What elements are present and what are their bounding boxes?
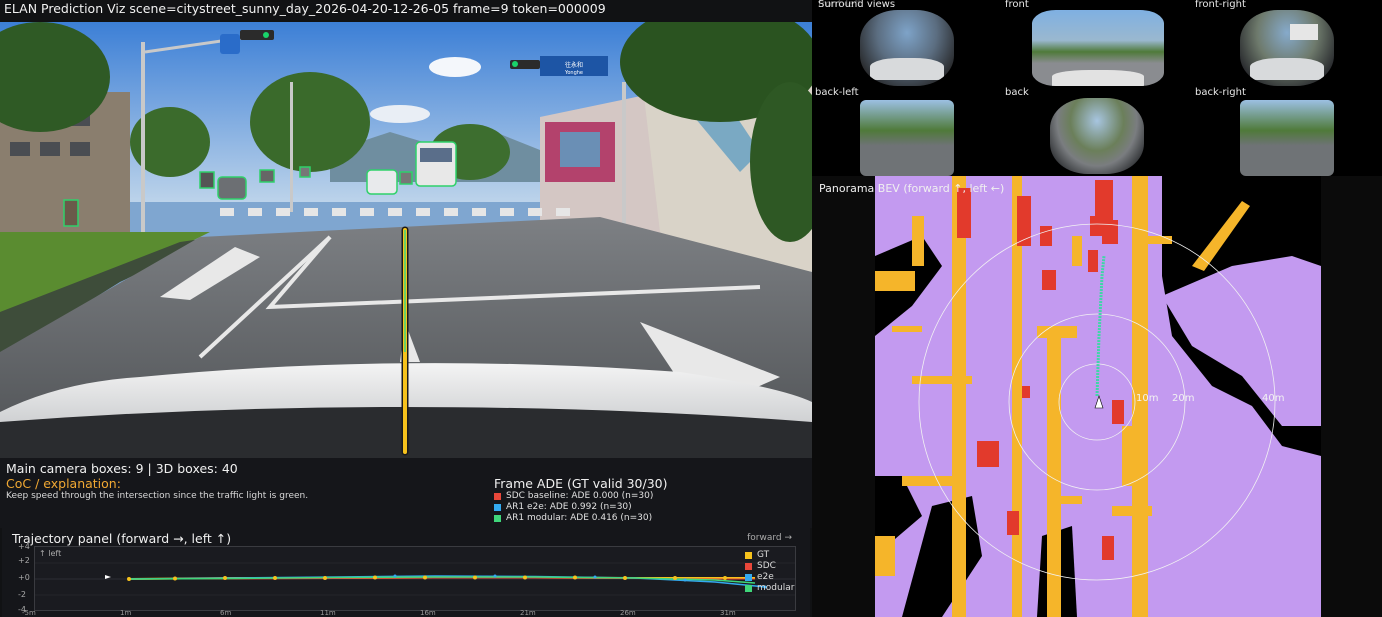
legend-e2e: e2e <box>745 572 774 582</box>
street-sign-english: Yonghe <box>564 70 583 76</box>
x-tick: 16m <box>420 609 436 617</box>
view-label-back-right: back-right <box>1195 87 1246 98</box>
x-tick: 11m <box>320 609 336 617</box>
legend-text-gt: GT <box>757 550 770 560</box>
bev-map: 10m 20m 40m <box>875 176 1321 617</box>
window-title: ELAN Prediction Viz scene=citystreet_sun… <box>4 1 606 16</box>
ade-summary: Frame ADE (GT valid 30/30) SDC baseline:… <box>494 476 794 524</box>
legend-sdc: SDC <box>745 561 776 571</box>
view-label-front: front <box>1005 0 1029 10</box>
y-tick: -2 <box>18 590 26 599</box>
x-ticks: -5m 1m 6m 11m 16m 21m 26m 31m <box>14 609 794 617</box>
ade-text-modular: AR1 modular: ADE 0.416 (n=30) <box>506 513 653 523</box>
y-tick: +0 <box>18 573 30 582</box>
x-tick: -5m <box>22 609 36 617</box>
camera-image-back-left <box>860 100 954 176</box>
camera-image-front <box>1032 10 1164 86</box>
main-camera-image: 往永和 Yonghe <box>0 22 812 458</box>
legend-swatch-e2e <box>745 573 752 581</box>
view-label-front-left: front-left <box>818 0 862 10</box>
ade-title: Frame ADE (GT valid 30/30) <box>494 476 668 491</box>
legend-modular: modular <box>745 583 794 593</box>
street-sign-chinese: 往永和 <box>565 61 583 69</box>
ade-swatch-e2e <box>494 504 501 511</box>
legend-text-e2e: e2e <box>757 572 774 582</box>
camera-image-back <box>1050 98 1144 174</box>
ego-marker <box>105 575 111 579</box>
surround-views-panel: Surround views front-left front front-ri… <box>812 0 1382 176</box>
coc-explanation: Keep speed through the intersection sinc… <box>6 491 309 501</box>
x-tick: 26m <box>620 609 636 617</box>
surround-view-front: front <box>1002 0 1192 88</box>
ade-row-sdc: SDC baseline: ADE 0.000 (n=30) <box>494 491 794 502</box>
legend-text-sdc: SDC <box>757 561 776 571</box>
legend-swatch-gt <box>745 551 752 559</box>
legend-swatch-modular <box>745 584 752 592</box>
ade-text-e2e: AR1 e2e: ADE 0.992 (n=30) <box>506 502 632 512</box>
surround-view-back-right: back-right <box>1192 87 1382 176</box>
x-tick: 21m <box>520 609 536 617</box>
camera-image-front-left <box>860 10 954 86</box>
info-panel: Main camera boxes: 9 | 3D boxes: 40 CoC … <box>0 458 812 528</box>
trajectory-plot: ↑ left GT SDC e2e modular <box>34 546 796 611</box>
y-tick: +2 <box>18 556 30 565</box>
view-label-back-left: back-left <box>815 87 859 98</box>
camera-image-back-right <box>1240 100 1334 176</box>
boxes-count: Main camera boxes: 9 | 3D boxes: 40 <box>6 461 238 476</box>
trajectory-lines <box>35 562 795 596</box>
surround-view-front-right: front-right <box>1192 0 1382 88</box>
surround-view-back: back <box>1002 87 1192 176</box>
ade-row-e2e: AR1 e2e: ADE 0.992 (n=30) <box>494 502 794 513</box>
y-tick: +4 <box>18 542 30 551</box>
view-label-back: back <box>1005 87 1029 98</box>
coc-label: CoC / explanation: <box>6 476 121 491</box>
ade-swatch-modular <box>494 515 501 522</box>
trajectory-panel: Trajectory panel (forward →, left ↑) for… <box>2 528 810 617</box>
trajectory-title: Trajectory panel (forward →, left ↑) <box>12 531 232 546</box>
ring-label-10m: 10m <box>1136 393 1158 404</box>
panorama-bev-panel: 10m 20m 40m Panorama BEV (forward ↑, lef… <box>812 176 1382 617</box>
ring-label-40m: 40m <box>1262 393 1284 404</box>
x-tick: 1m <box>120 609 132 617</box>
ade-row-modular: AR1 modular: ADE 0.416 (n=30) <box>494 513 794 524</box>
surround-view-front-left: Surround views front-left <box>812 0 1002 88</box>
legend-gt: GT <box>745 550 769 560</box>
camera-image-front-right <box>1240 10 1334 86</box>
ade-text-sdc: SDC baseline: ADE 0.000 (n=30) <box>506 491 654 501</box>
legend-swatch-sdc <box>745 562 752 570</box>
legend-text-modular: modular <box>757 583 795 593</box>
x-tick: 31m <box>720 609 736 617</box>
ring-label-20m: 20m <box>1172 393 1194 404</box>
x-tick: 6m <box>220 609 232 617</box>
main-camera-view: 往永和 Yonghe <box>0 22 812 458</box>
surround-view-back-left: back-left <box>812 87 1002 176</box>
ade-swatch-sdc <box>494 493 501 500</box>
forward-label: forward → <box>747 533 792 543</box>
view-label-front-right: front-right <box>1195 0 1246 10</box>
bev-title: Panorama BEV (forward ↑, left ←) <box>819 182 1005 195</box>
